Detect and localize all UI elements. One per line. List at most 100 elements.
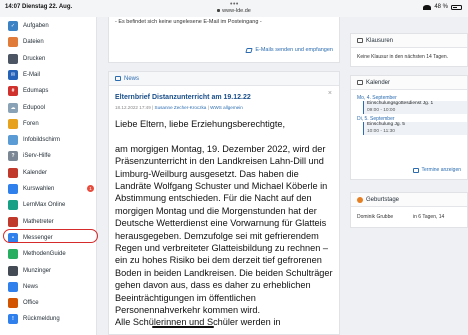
sidebar-item-kurswahlen[interactable]: Kurswahlen 1 [0,182,97,196]
lock-icon [217,9,221,12]
sidebar-item-mathetreter[interactable]: Mathetreter [0,215,97,229]
puzzle-icon [8,249,18,260]
sidebar-item-label: Rückmeldung [23,316,60,323]
termine-link[interactable]: Termine anzeigen [412,167,461,173]
article-paragraph: am morgigen Montag, 19. Dezember 2022, w… [115,143,333,316]
sidebar-item-kalender[interactable]: Kalender [0,166,97,180]
article-body: Liebe Eltern, liebe Erziehungsberechtigt… [115,118,337,334]
news-header[interactable]: News [109,72,339,86]
sidebar-item-e-mail[interactable]: ✉ E-Mail [0,68,97,82]
birthday-icon [357,196,363,203]
forum-icon [8,118,18,129]
mail-empty-text: - Es befindet sich keine ungelesene E-Ma… [115,19,262,25]
mail-icon: ✉ [8,69,18,80]
exam-icon [357,38,363,43]
office-icon [8,298,18,309]
sidebar-item-label: iServ-Hilfe [23,153,51,160]
sidebar-item-label: News [23,283,39,290]
notification-badge: 1 [87,185,94,192]
lernmax-icon [8,200,18,211]
sidebar-item-label: MethodenGuide [23,251,66,258]
url-bar[interactable]: www-lde.de [0,8,468,14]
article-greeting: Liebe Eltern, liebe Erziehungsberechtigt… [115,119,286,129]
main-column: - Es befindet sich keine ungelesene E-Ma… [108,17,340,335]
sidebar: ✓ Aufgaben Dateien Drucken ✉ E-Mail # Edumaps ☁ E… [0,17,98,335]
send-icon [245,47,253,53]
sidebar-item-messenger[interactable]: • Messenger [0,231,97,245]
folder-icon [8,37,18,48]
sidebar-item-label: Messenger [23,234,53,241]
sidebar-item-label: Foren [23,120,39,127]
kalender-list: Mo, 4. September Einschulungsgottesdiens… [357,95,467,135]
sidebar-item-infobildschirm[interactable]: Infobildschirm [0,133,97,147]
sidebar-item-label: Dateien [23,39,44,46]
sidebar-item-label: LernMax Online [23,202,66,209]
feedback-icon: ! [8,314,18,325]
sidebar-item-label: Kurswahlen [23,186,55,192]
status-indicators: 48 % [423,4,462,10]
mail-link[interactable]: E-Mails senden und empfangen [245,47,333,53]
sidebar-item-label: Kalender [23,169,48,176]
sidebar-item-methodenguide[interactable]: MethodenGuide [0,247,97,261]
sidebar-item-dateien[interactable]: Dateien [0,35,97,49]
battery-level: 48 % [434,4,448,10]
mail-card: - Es befindet sich keine ungelesene E-Ma… [108,17,340,63]
course-choice-icon [8,184,18,194]
news-icon [115,76,121,81]
grid-icon: # [8,86,18,97]
sidebar-item-news[interactable]: News [0,280,97,294]
news-card: News × Elternbrief Distanzunterricht am … [108,71,340,335]
chat-icon: • [8,232,18,243]
news-icon [8,281,18,292]
sidebar-item-label: Infobildschirm [23,137,61,144]
article-title[interactable]: Elternbrief Distanzunterricht am 19.12.2… [115,94,251,101]
sidebar-item-munzinger[interactable]: Munzinger [0,264,97,278]
wifi-icon [423,4,432,10]
sidebar-item-label: Drucken [23,55,46,62]
article-paragraph-tail: Alle Schülerinnen und Schüler werden in [115,317,281,328]
sidebar-item-aufgaben[interactable]: ✓ Aufgaben [0,19,97,33]
sidebar-item-label: Aufgaben [23,23,49,29]
birthday-name: Dominik Grubbe [357,214,394,220]
sidebar-item-lernmax-online[interactable]: LernMax Online [0,198,97,212]
scroll-indicator [152,326,214,328]
klausuren-header[interactable]: Klausuren [351,34,467,48]
sidebar-item-foren[interactable]: Foren [0,117,97,131]
calendar-icon [8,167,18,178]
article-meta: 18.12.2022 17:49 | Susanne Zecher-Kroczk… [115,105,243,110]
tasks-icon: ✓ [8,21,18,31]
sidebar-item-label: Mathetreter [23,218,54,225]
battery-icon [451,4,462,10]
calendar-event[interactable]: Einschulung Jg. 5 10:00 - 11:30 [363,122,467,135]
calendar-small-icon [412,167,419,173]
printer-icon [8,53,18,64]
klausuren-text: Keine Klausur in den nächsten 14 Tagen. [357,54,449,60]
kalender-card: Kalender Mo, 4. September Einschulungsgo… [350,75,468,180]
article-author[interactable]: Susanne Zecher-Kroczka [155,105,207,110]
status-bar: 14:07 Dienstag 22. Aug. ••• www-lde.de 4… [0,0,468,17]
klausuren-card: Klausuren Keine Klausur in den nächsten … [350,33,468,67]
news-header-label: News [124,75,140,82]
sidebar-item-rückmeldung[interactable]: ! Rückmeldung [0,312,97,326]
multitask-dots[interactable]: ••• [230,1,239,8]
sidebar-item-label: Edupool [23,104,46,111]
calendar-icon [357,80,363,85]
calendar-event[interactable]: Einschulungsgottesdienst Jg. 1 09:00 - 10… [363,101,467,114]
sidebar-item-drucken[interactable]: Drucken [0,52,97,66]
geburtstage-header[interactable]: Geburtstage [351,193,467,207]
sidebar-item-office[interactable]: Office [0,296,97,310]
sidebar-item-edupool[interactable]: ☁ Edupool [0,101,97,115]
sidebar-item-edumaps[interactable]: # Edumaps [0,84,97,98]
mail-link-label: E-Mails senden und empfangen [255,47,333,53]
article-group[interactable]: WWS allgemein [210,105,243,110]
screen-icon [8,135,18,146]
birthday-when: in 6 Tagen, 14 [413,214,445,220]
sidebar-item-label: Munzinger [23,267,52,274]
close-icon[interactable]: × [328,90,332,97]
help-icon: ? [8,151,18,162]
cloud-icon: ☁ [8,102,18,113]
book-icon [8,265,18,276]
sidebar-item-label: Office [23,300,39,307]
sidebar-item-iserv-hilfe[interactable]: ? iServ-Hilfe [0,149,97,163]
kalender-header[interactable]: Kalender [351,76,467,90]
